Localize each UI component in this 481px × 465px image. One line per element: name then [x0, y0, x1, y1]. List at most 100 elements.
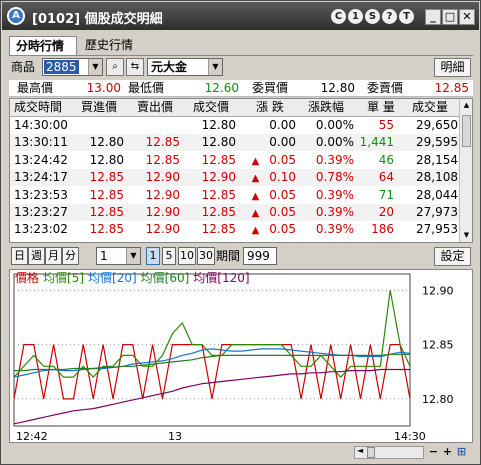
legend-item: 均價[60]	[140, 271, 190, 285]
ask-value: 12.85	[434, 81, 469, 95]
legend-item: 均價[5]	[43, 271, 85, 285]
intraday-chart[interactable]: 12.80 12.85 12.90 12:42 13 14:30 價格 均價[5] 均價[2…	[9, 269, 473, 443]
product-name-combo[interactable]: 元大金 ▼	[147, 58, 223, 76]
col-change[interactable]: 漲 跌	[256, 99, 284, 116]
cell-price: 12.80	[201, 118, 236, 132]
cell-price: 12.85	[201, 222, 236, 237]
minimize-button[interactable]: _	[425, 9, 441, 25]
cell-total-volume: 29,650	[416, 118, 458, 132]
detail-button[interactable]: 明細	[434, 58, 471, 77]
cell-time: 13:23:53	[14, 187, 68, 202]
cell-time: 13:23:02	[14, 222, 68, 237]
one-icon[interactable]: 1	[348, 9, 363, 24]
cell-time: 13:30:11	[14, 135, 68, 150]
scroll-down-icon[interactable]: ▼	[461, 230, 472, 241]
chevron-down-icon[interactable]: ▼	[126, 248, 140, 264]
cell-time: 14:30:00	[14, 118, 68, 132]
zoom-out-icon[interactable]: −	[427, 446, 440, 459]
table-row[interactable]: 13:30:11 12.80 12.85 12.80 0.00 0.00% 1,441 29,…	[10, 134, 460, 152]
cell-total-volume: 28,154	[416, 152, 458, 167]
low-value: 12.60	[204, 81, 239, 95]
table-scrollbar[interactable]: ▲ ▼	[459, 99, 472, 242]
chart-scroll-track[interactable]: ◄	[354, 446, 424, 459]
table-row[interactable]: 13:24:17 12.85 12.90 12.90 ▲ 0.10 0.78% 64 28,10…	[10, 169, 460, 187]
period-input[interactable]: 999	[243, 247, 277, 265]
scroll-thumb[interactable]	[462, 115, 471, 147]
help-icon[interactable]: ?	[382, 9, 397, 24]
change-value: 0.10	[269, 170, 296, 185]
copy-icon[interactable]: C	[331, 9, 346, 24]
cell-change: ▲ 0.05	[238, 187, 296, 205]
tool-icon[interactable]: T	[399, 9, 414, 24]
period-day-button[interactable]: 日	[11, 247, 28, 265]
product-code-combo[interactable]: 2885 ▼	[42, 58, 103, 76]
cell-price: 12.80	[201, 135, 236, 150]
up-arrow-icon: ▲	[251, 155, 260, 167]
tab-history[interactable]: 歷史行情	[79, 36, 143, 56]
cell-bid: 12.85	[89, 187, 124, 202]
chevron-down-icon[interactable]: ▼	[208, 59, 222, 75]
col-price[interactable]: 成交價	[193, 99, 229, 116]
up-arrow-icon: ▲	[251, 208, 260, 219]
cell-time: 13:24:17	[14, 170, 68, 185]
period-input-value[interactable]: 999	[245, 249, 272, 263]
bid-label: 委買價	[252, 81, 289, 95]
legend-item: 均價[120]	[193, 271, 250, 285]
settings-button[interactable]: 設定	[434, 247, 471, 266]
table-row[interactable]: 13:23:27 12.85 12.90 12.85 ▲ 0.05 0.39% 20 27,97…	[10, 204, 460, 221]
cell-change: ▲ 0.05	[238, 204, 296, 222]
chevron-down-icon[interactable]: ▼	[88, 59, 102, 75]
cell-single-volume: 55	[378, 118, 394, 132]
col-ask[interactable]: 賣出價	[137, 99, 173, 116]
link-icon[interactable]: ⇆	[126, 58, 144, 76]
cell-total-volume: 27,953	[416, 222, 458, 237]
y-tick-label: 12.90	[422, 284, 454, 297]
price-chart-svg[interactable]: 12.80 12.85 12.90 12:42 13 14:30	[10, 270, 472, 442]
cell-bid: 12.85	[89, 205, 124, 219]
cell-single-volume: 46	[378, 152, 394, 167]
minute-1-button[interactable]: 1	[146, 247, 160, 265]
product-name-value[interactable]: 元大金	[149, 60, 189, 74]
cell-single-volume: 71	[378, 187, 394, 202]
title-bar[interactable]: A [0102] 個股成交明細 C 1 S ? T _ □ ✕	[2, 2, 479, 30]
tab-divider	[9, 55, 473, 56]
interval-value[interactable]: 1	[98, 249, 110, 263]
scroll-up-icon[interactable]: ▲	[461, 100, 472, 111]
close-button[interactable]: ✕	[459, 9, 475, 25]
search-icon[interactable]: ⌕	[106, 58, 124, 76]
table-row[interactable]: 13:24:42 12.80 12.85 12.85 ▲ 0.05 0.39% 46 28,15…	[10, 152, 460, 169]
high-label: 最高價	[17, 81, 54, 95]
up-arrow-icon: ▲	[251, 173, 260, 185]
period-month-button[interactable]: 月	[45, 247, 62, 265]
col-single-volume[interactable]: 單 量	[367, 99, 395, 116]
legend-item: 均價[20]	[88, 271, 137, 285]
fit-icon[interactable]: ⊞	[455, 446, 468, 459]
table-row[interactable]: 14:30:00 12.80 0.00 0.00% 55 29,650	[10, 117, 460, 134]
chart-scroll-thumb[interactable]	[367, 447, 375, 458]
period-minute-button[interactable]: 分	[62, 247, 79, 265]
tab-intraday[interactable]: 分時行情	[9, 36, 77, 56]
minute-10-button[interactable]: 10	[178, 247, 196, 265]
col-total-volume[interactable]: 成交量	[412, 99, 448, 116]
cell-single-volume: 186	[371, 222, 394, 237]
save-icon[interactable]: S	[365, 9, 380, 24]
scroll-left-icon[interactable]: ◄	[357, 446, 363, 455]
product-code-value[interactable]: 2885	[44, 60, 79, 74]
period-week-button[interactable]: 週	[28, 247, 45, 265]
cell-price: 12.90	[201, 170, 236, 185]
minute-5-button[interactable]: 5	[162, 247, 176, 265]
table-row[interactable]: 13:23:02 12.85 12.90 12.85 ▲ 0.05 0.39% 186 27,9…	[10, 221, 460, 238]
zoom-in-icon[interactable]: +	[441, 446, 454, 459]
col-change-pct[interactable]: 漲跌幅	[308, 99, 344, 116]
x-tick-label: 14:30	[394, 430, 426, 442]
maximize-button[interactable]: □	[442, 9, 458, 25]
window-title: [0102] 個股成交明細	[32, 12, 163, 27]
col-time[interactable]: 成交時間	[14, 99, 62, 116]
minute-30-button[interactable]: 30	[197, 247, 215, 265]
interval-select[interactable]: 1 ▼	[96, 247, 141, 265]
col-bid[interactable]: 買進價	[81, 99, 117, 116]
cell-ask: 12.85	[145, 152, 180, 167]
product-label: 商品	[11, 60, 36, 74]
table-row[interactable]: 13:23:53 12.85 12.90 12.85 ▲ 0.05 0.39% 71 28,04…	[10, 187, 460, 204]
cell-single-volume: 64	[378, 170, 394, 185]
